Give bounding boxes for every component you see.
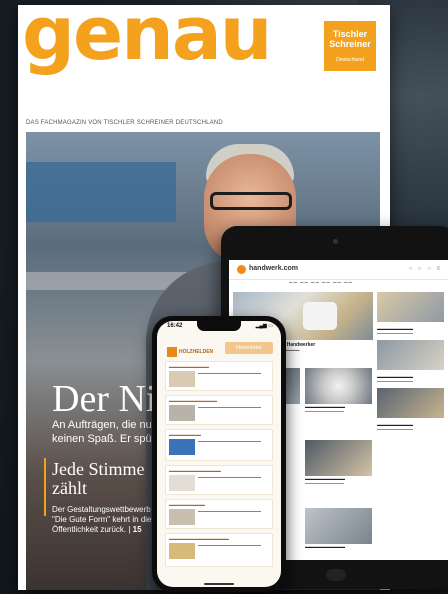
logo-line-3: Deutschland	[336, 57, 364, 63]
article-thumb	[305, 368, 372, 404]
phone-screen: 16:42 ▂▄▆ ▭ HOLZHELDEN Newsletter ▬▬▬▬▬▬…	[157, 321, 281, 587]
phone-notch	[197, 321, 241, 331]
item-text: ▬▬▬▬▬▬▬▬▬▬▬▬▬▬▬▬▬▬▬▬▬	[198, 405, 261, 409]
side-story-page: 15	[132, 525, 142, 534]
sidebar-article-text: ▬▬▬▬▬▬▬▬▬▬▬▬	[377, 379, 413, 383]
side-story-title: Jede Stimme zählt	[52, 459, 145, 498]
item-heading: ▬▬▬▬▬▬▬▬▬▬▬▬	[169, 398, 217, 403]
logo-line-1: Tischler	[332, 29, 368, 39]
sidebar-article-text: ▬▬▬▬▬▬▬▬▬▬▬▬	[377, 427, 413, 431]
item-text: ▬▬▬▬▬▬▬▬▬▬▬▬▬▬▬▬▬▬▬▬▬	[198, 439, 261, 443]
header-icons[interactable]: ○ ○ ○ ≡	[409, 266, 442, 272]
tablet-camera	[333, 239, 338, 244]
item-heading: ▬▬▬▬▬▬▬▬	[169, 432, 201, 437]
site-logo[interactable]: handwerk.com	[249, 265, 298, 272]
magazine-tagline: DAS FACHMAGAZIN VON TISCHLER SCHREINER D…	[26, 120, 223, 126]
item-heading: ▬▬▬▬▬▬▬▬▬▬▬▬▬	[169, 468, 221, 473]
item-heading: ▬▬▬▬▬▬▬▬▬▬	[169, 364, 209, 369]
site-nav[interactable]: ▬▬ ▬▬ ▬▬ ▬▬ ▬▬ ▬▬	[229, 280, 448, 288]
item-heading: ▬▬▬▬▬▬▬▬▬▬▬▬▬▬▬	[169, 536, 229, 541]
newsletter-button[interactable]: Newsletter	[225, 342, 273, 354]
article-text: ▬▬▬▬▬▬▬▬▬▬▬▬▬	[305, 409, 344, 413]
item-text: ▬▬▬▬▬▬▬▬▬▬▬▬▬▬▬▬▬▬▬▬▬	[198, 475, 261, 479]
item-thumb	[169, 543, 195, 559]
article-title: ▬▬▬▬▬▬▬▬▬▬	[305, 544, 345, 549]
item-thumb	[169, 509, 195, 525]
brand-logo[interactable]: HOLZHELDEN	[167, 343, 213, 361]
home-indicator[interactable]	[204, 583, 234, 585]
site-header: handwerk.com ○ ○ ○ ≡	[229, 260, 448, 280]
sidebar-thumb[interactable]	[377, 292, 444, 322]
sidebar-article-text: ▬▬▬▬▬▬▬▬▬▬▬▬	[377, 331, 413, 335]
item-heading: ▬▬▬▬▬▬▬▬▬	[169, 502, 205, 507]
article-text: ▬▬▬▬▬▬▬▬▬▬▬▬▬	[305, 481, 344, 485]
sidebar-articles: ▬▬▬▬▬▬▬▬▬ ▬▬▬▬▬▬▬▬▬▬▬▬ ▬▬▬▬▬▬▬▬▬ ▬▬▬▬▬▬▬…	[377, 292, 444, 436]
item-text: ▬▬▬▬▬▬▬▬▬▬▬▬▬▬▬▬▬▬▬▬▬	[198, 371, 261, 375]
item-text: ▬▬▬▬▬▬▬▬▬▬▬▬▬▬▬▬▬▬▬▬▬	[198, 543, 261, 547]
publisher-logo: Tischler Schreiner Deutschland	[324, 21, 376, 71]
hero-plug-graphic	[303, 302, 337, 330]
newsletter-item[interactable]: ▬▬▬▬▬▬▬▬▬ ▬▬▬▬▬▬▬▬▬▬▬▬▬▬▬▬▬▬▬▬▬	[165, 499, 273, 529]
article-card[interactable]: ▬▬▬▬▬▬▬▬▬▬ ▬▬▬▬▬▬▬▬▬▬▬▬▬	[305, 368, 372, 413]
workshop-shelf	[26, 162, 176, 222]
article-thumb	[305, 508, 372, 544]
sidebar-thumb[interactable]	[377, 340, 444, 370]
sidebar-thumb[interactable]	[377, 388, 444, 418]
article-card[interactable]: ▬▬▬▬▬▬▬▬▬▬ ▬▬▬▬▬▬▬▬▬▬▬▬▬	[305, 440, 372, 485]
brand-name: HOLZHELDEN	[179, 348, 214, 355]
article-thumb	[305, 440, 372, 476]
newsletter-item[interactable]: ▬▬▬▬▬▬▬▬▬▬ ▬▬▬▬▬▬▬▬▬▬▬▬▬▬▬▬▬▬▬▬▬	[165, 361, 273, 391]
newsletter-item[interactable]: ▬▬▬▬▬▬▬▬▬▬▬▬▬ ▬▬▬▬▬▬▬▬▬▬▬▬▬▬▬▬▬▬▬▬▬	[165, 465, 273, 495]
item-text: ▬▬▬▬▬▬▬▬▬▬▬▬▬▬▬▬▬▬▬▬▬	[198, 509, 261, 513]
magazine-title: genau	[22, 5, 272, 77]
item-thumb	[169, 371, 195, 387]
logo-line-2: Schreiner	[329, 39, 371, 49]
side-story-text: Der Gestaltungswettbewerb "Die Gute Form…	[52, 505, 152, 534]
item-thumb	[169, 405, 195, 421]
person-glasses	[210, 192, 292, 210]
tablet-home-button[interactable]	[326, 569, 346, 581]
status-icons: ▂▄▆ ▭	[255, 323, 273, 329]
phone-device: 16:42 ▂▄▆ ▭ HOLZHELDEN Newsletter ▬▬▬▬▬▬…	[152, 316, 286, 592]
site-logo-icon	[237, 265, 246, 274]
side-accent-bar	[44, 458, 46, 516]
newsletter-item[interactable]: ▬▬▬▬▬▬▬▬▬▬▬▬ ▬▬▬▬▬▬▬▬▬▬▬▬▬▬▬▬▬▬▬▬▬	[165, 395, 273, 425]
status-time: 16:42	[167, 323, 183, 329]
newsletter-item[interactable]: ▬▬▬▬▬▬▬▬▬▬▬▬▬▬▬ ▬▬▬▬▬▬▬▬▬▬▬▬▬▬▬▬▬▬▬▬▬	[165, 533, 273, 567]
brand-logo-icon	[167, 346, 177, 357]
item-thumb	[169, 475, 195, 491]
newsletter-item[interactable]: ▬▬▬▬▬▬▬▬ ▬▬▬▬▬▬▬▬▬▬▬▬▬▬▬▬▬▬▬▬▬	[165, 429, 273, 461]
article-card[interactable]: ▬▬▬▬▬▬▬▬▬▬	[305, 508, 372, 549]
item-thumb	[169, 439, 195, 455]
